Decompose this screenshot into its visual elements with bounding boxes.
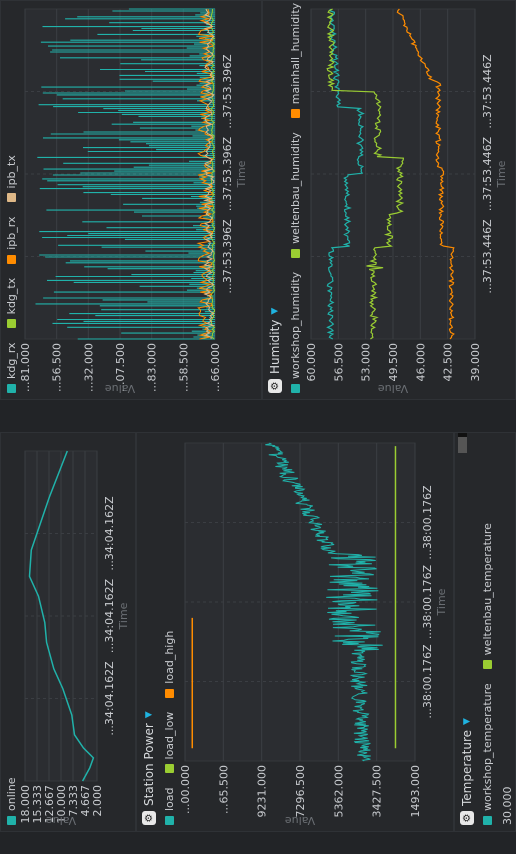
y-axis-title: Value [285, 814, 315, 827]
y-tick-label: 1493.000 [409, 765, 422, 818]
panel-network: kdg_rx kdg_tx ipb_rx ipb_tx ...81.000...… [0, 0, 262, 400]
online-chart: 18.000 15.333 12.667 10.000 7.333 4.667 2.000.… [19, 450, 130, 827]
panel-station-power: ⚙ Station Power ▼ load load_low load_high … [136, 432, 454, 832]
y-tick-label: 39.000 [469, 343, 482, 382]
x-axis-title: Time [117, 602, 130, 630]
x-tick-label: ...34:04.162Z [103, 661, 116, 736]
legend-item[interactable]: weltenbau_temperature [481, 523, 494, 670]
y-tick-label: ...81.000 [19, 343, 32, 392]
y-tick-label: 42.500 [442, 343, 455, 382]
x-tick-label: ...37:53.446Z [481, 54, 494, 129]
x-tick-label: ...37:53.396Z [221, 219, 234, 294]
legend-temperature: workshop_temperature weltenbau_temperatu… [481, 523, 494, 825]
x-tick-label: ...34:04.162Z [103, 578, 116, 653]
legend-item[interactable]: workshop_temperature [481, 683, 494, 825]
y-axis-title: Value [46, 814, 76, 827]
dashboard: online 18.000 15.333 12.667 10.000 7.333 4.66… [0, 0, 516, 854]
y-tick-label: 30.000 [501, 786, 514, 826]
x-axis-title: Time [495, 160, 508, 188]
panel-humidity: ⚙ Humidity ▼ workshop_humidity weltenbau_h… [262, 0, 516, 400]
x-tick-label: ...37:53.446Z [481, 136, 494, 211]
panel-icon: ⚙ [460, 811, 474, 825]
x-axis-title: Time [435, 588, 448, 616]
y-tick-label: ...58.500 [177, 343, 190, 392]
x-tick-label: ...38:00.176Z [421, 485, 434, 560]
y-tick-label: 3427.500 [371, 765, 384, 818]
dashboard-rotated-canvas: online 18.000 15.333 12.667 10.000 7.333 4.66… [0, 0, 516, 854]
y-tick-label: ...32.000 [82, 343, 95, 392]
station-power-chart: ...00.000 ...65.500 9231.000 7296.500 5362.0… [179, 442, 448, 827]
y-tick-label: ...56.500 [51, 343, 64, 392]
network-chart: ...81.000 ...56.500 ...32.000 ...07.500 ...8… [19, 8, 248, 395]
mini-button[interactable] [458, 432, 467, 453]
panel-temperature: ⚙ Temperature ▼ workshop_temperature welte… [454, 432, 516, 832]
x-axis-title: Time [235, 160, 248, 188]
x-tick-label: ...37:53.396Z [221, 54, 234, 129]
y-tick-label: 60.000 [305, 343, 318, 382]
y-tick-label: 53.000 [360, 343, 373, 382]
x-tick-label: ...37:53.396Z [221, 136, 234, 211]
y-tick-label: ...00.000 [179, 765, 192, 814]
panel-online: online 18.000 15.333 12.667 10.000 7.333 4.66… [0, 432, 136, 832]
y-tick-label: 2.000 [91, 785, 104, 817]
y-tick-label: 5362.000 [332, 765, 345, 818]
chevron-down-icon[interactable]: ▼ [462, 718, 472, 725]
humidity-chart: 60.000 56.500 53.000 49.500 46.000 42.500 39.0… [305, 8, 508, 395]
x-tick-label: ...38:00.176Z [421, 644, 434, 719]
y-tick-label: 56.500 [332, 343, 345, 382]
y-axis-title: Value [378, 382, 408, 395]
y-tick-label: ...83.000 [146, 343, 159, 392]
y-tick-label: ...65.500 [217, 765, 230, 814]
y-tick-label: 7296.500 [294, 765, 307, 818]
x-tick-label: ...38:00.176Z [421, 564, 434, 639]
y-tick-label: 46.000 [414, 343, 427, 382]
chart-title[interactable]: ⚙ Temperature ▼ [459, 718, 475, 825]
y-tick-label: 49.500 [387, 343, 400, 382]
x-tick-label: ...37:53.446Z [481, 219, 494, 294]
y-tick-label: 9231.000 [256, 765, 269, 818]
y-tick-label: ...66.000 [209, 343, 222, 392]
y-axis-title: Value [105, 382, 135, 395]
x-tick-label: ...34:04.162Z [103, 496, 116, 571]
